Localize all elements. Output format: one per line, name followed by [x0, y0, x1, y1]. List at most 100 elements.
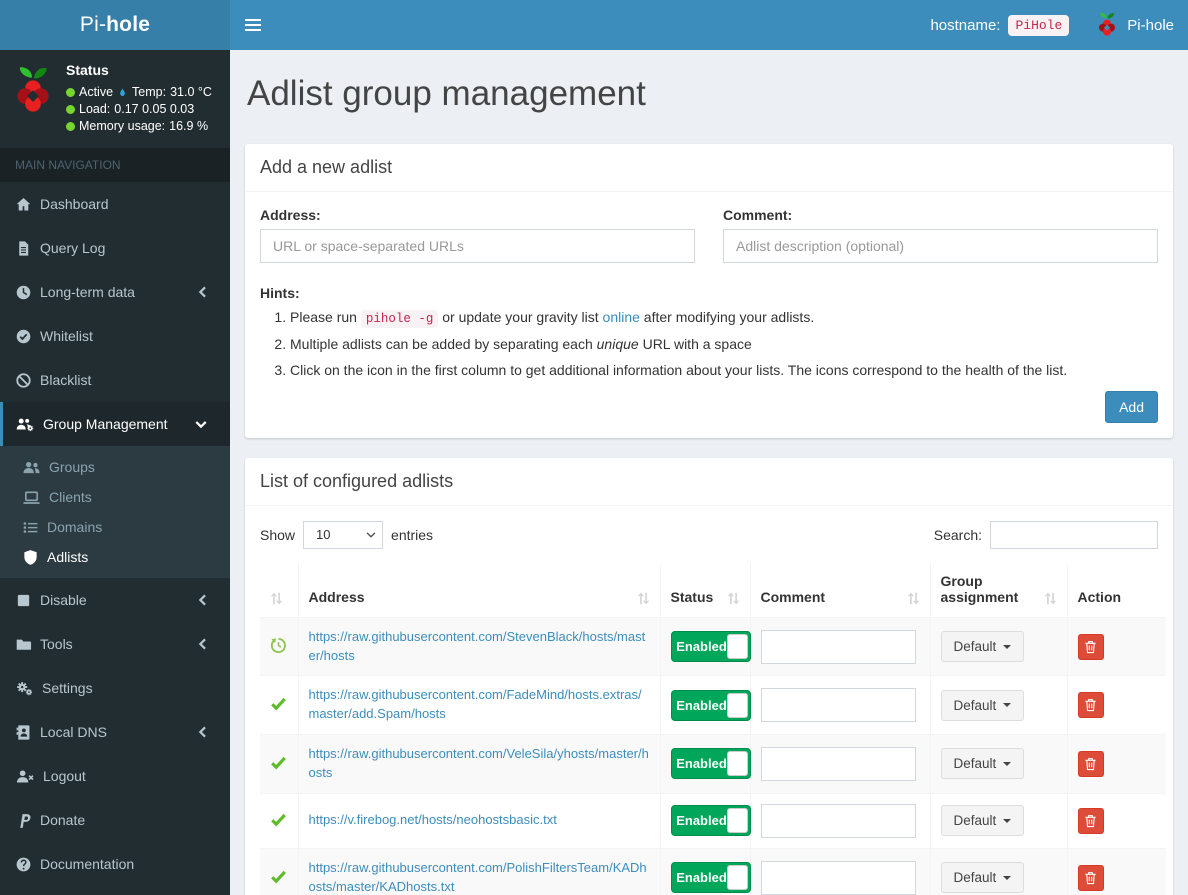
group-column-header[interactable]: Group assignment	[930, 562, 1068, 618]
sidebar-item-adlists[interactable]: Adlists	[0, 542, 230, 572]
memory-value: 16.9 %	[169, 119, 209, 133]
sort-icon	[270, 592, 283, 605]
status-toggle[interactable]: Enabled	[670, 862, 751, 894]
list-icon	[22, 519, 39, 536]
sidebar-item-settings[interactable]: Settings	[0, 666, 230, 710]
sort-icon	[1044, 592, 1057, 605]
sidebar-item-blacklist[interactable]: Blacklist	[0, 358, 230, 402]
shield-icon	[22, 549, 39, 566]
address-input[interactable]	[260, 229, 695, 263]
status-dot-icon	[66, 104, 75, 114]
new-comment-input[interactable]	[723, 229, 1158, 263]
search-input[interactable]	[990, 520, 1158, 549]
adlist-list-box-title: List of configured adlists	[245, 458, 1173, 506]
sidebar-item-local-dns[interactable]: Local DNS	[0, 710, 230, 754]
delete-adlist-button[interactable]	[1077, 633, 1104, 660]
memory-label: Memory usage:	[79, 119, 166, 133]
laptop-icon	[22, 489, 41, 506]
status-toggle[interactable]: Enabled	[670, 805, 751, 837]
comment-column-header[interactable]: Comment	[750, 562, 931, 618]
sort-icon	[907, 592, 920, 605]
table-row: https://raw.githubusercontent.com/Polish…	[260, 848, 1166, 895]
app: Pi-hole hostname: PiHole Pi-hole Status …	[0, 0, 1188, 895]
sidebar-item-dashboard[interactable]: Dashboard	[0, 182, 230, 226]
sidebar-item-query-log[interactable]: Query Log	[0, 226, 230, 270]
sidebar-item-long-term-data[interactable]: Long-term data	[0, 270, 230, 314]
sort-icon	[637, 592, 650, 605]
chevron-left-icon	[198, 594, 207, 606]
comment-input[interactable]	[760, 803, 916, 838]
sidebar-item-disable[interactable]: Disable	[0, 578, 230, 622]
group-assignment-dropdown[interactable]: Default	[940, 689, 1025, 721]
check-icon[interactable]	[270, 754, 287, 771]
sidebar-item-groups[interactable]: Groups	[0, 452, 230, 482]
adlist-url-link[interactable]: https://raw.githubusercontent.com/FadeMi…	[309, 687, 642, 721]
sidebar-item-whitelist[interactable]: Whitelist	[0, 314, 230, 358]
sidebar-item-clients[interactable]: Clients	[0, 482, 230, 512]
comment-input[interactable]	[760, 746, 916, 781]
group-assignment-dropdown[interactable]: Default	[940, 748, 1025, 780]
toggle-knob	[726, 865, 748, 891]
history-icon[interactable]	[270, 637, 287, 654]
comment-input[interactable]	[760, 860, 916, 895]
hostname-badge: PiHole	[1008, 14, 1070, 36]
group-assignment-dropdown[interactable]: Default	[940, 631, 1025, 663]
toggle-knob	[726, 808, 748, 834]
users-icon	[22, 459, 41, 476]
paypal-icon	[15, 812, 32, 829]
check-icon[interactable]	[270, 811, 287, 828]
address-book-icon	[15, 724, 32, 741]
table-row: https://raw.githubusercontent.com/VeleSi…	[260, 734, 1166, 794]
group-management-submenu: Groups Clients Domains Adlists	[0, 446, 230, 578]
group-assignment-dropdown[interactable]: Default	[940, 862, 1025, 894]
users-gear-icon	[15, 416, 35, 433]
add-button[interactable]: Add	[1105, 390, 1158, 423]
add-adlist-box-title: Add a new adlist	[245, 144, 1173, 192]
sidebar-item-documentation[interactable]: Documentation	[0, 842, 230, 886]
sidebar-item-donate[interactable]: Donate	[0, 798, 230, 842]
app-logo[interactable]: Pi-hole	[0, 0, 230, 50]
check-icon[interactable]	[270, 868, 287, 885]
status-memory-line: Memory usage: 16.9 %	[66, 119, 212, 133]
caret-down-icon	[1003, 644, 1012, 649]
adlist-url-link[interactable]: https://v.firebog.net/hosts/neohostsbasi…	[309, 812, 557, 827]
navbar-right: hostname: PiHole Pi-hole	[930, 12, 1188, 38]
navbar-brand-link[interactable]: Pi-hole	[1095, 12, 1174, 38]
check-icon[interactable]	[270, 695, 287, 712]
temp-value: 31.0 °C	[170, 85, 212, 99]
ban-icon	[15, 372, 32, 389]
delete-adlist-button[interactable]	[1077, 692, 1104, 719]
status-column-header[interactable]: Status	[660, 562, 751, 618]
address-column-header[interactable]: Address	[298, 562, 661, 618]
sidebar-toggle-button[interactable]	[230, 0, 276, 50]
comment-input[interactable]	[760, 688, 916, 723]
sidebar: Status Active Temp: 31.0 °C Load: 0.17 0	[0, 50, 230, 895]
delete-adlist-button[interactable]	[1077, 864, 1104, 891]
online-link[interactable]: online	[603, 309, 640, 325]
group-assignment-dropdown[interactable]: Default	[940, 805, 1025, 837]
delete-adlist-button[interactable]	[1077, 750, 1104, 777]
comment-input[interactable]	[760, 629, 916, 664]
adlist-url-link[interactable]: https://raw.githubusercontent.com/Polish…	[309, 860, 647, 894]
navbar: hostname: PiHole Pi-hole	[230, 0, 1188, 50]
page-size-select[interactable]: 10	[303, 520, 384, 549]
status-panel: Status Active Temp: 31.0 °C Load: 0.17 0	[0, 50, 230, 148]
sidebar-item-logout[interactable]: Logout	[0, 754, 230, 798]
status-toggle[interactable]: Enabled	[670, 689, 751, 721]
status-toggle[interactable]: Enabled	[670, 631, 751, 663]
hints: Hints: Please run pihole -g or update yo…	[260, 285, 1158, 381]
table-row: https://v.firebog.net/hosts/neohostsbasi…	[260, 793, 1166, 849]
delete-adlist-button[interactable]	[1077, 807, 1104, 834]
adlist-url-link[interactable]: https://raw.githubusercontent.com/VeleSi…	[309, 746, 649, 780]
sidebar-item-group-management[interactable]: Group Management	[0, 402, 230, 446]
adlist-url-link[interactable]: https://raw.githubusercontent.com/Steven…	[309, 629, 646, 663]
load-label: Load:	[79, 102, 111, 116]
caret-down-icon	[1003, 761, 1012, 766]
hints-title: Hints:	[260, 285, 300, 301]
action-column-header: Action	[1067, 562, 1166, 618]
page-title: Adlist group management	[247, 74, 646, 113]
sidebar-item-domains[interactable]: Domains	[0, 512, 230, 542]
status-toggle[interactable]: Enabled	[670, 748, 751, 780]
health-column-header[interactable]	[260, 562, 299, 618]
sidebar-item-tools[interactable]: Tools	[0, 622, 230, 666]
